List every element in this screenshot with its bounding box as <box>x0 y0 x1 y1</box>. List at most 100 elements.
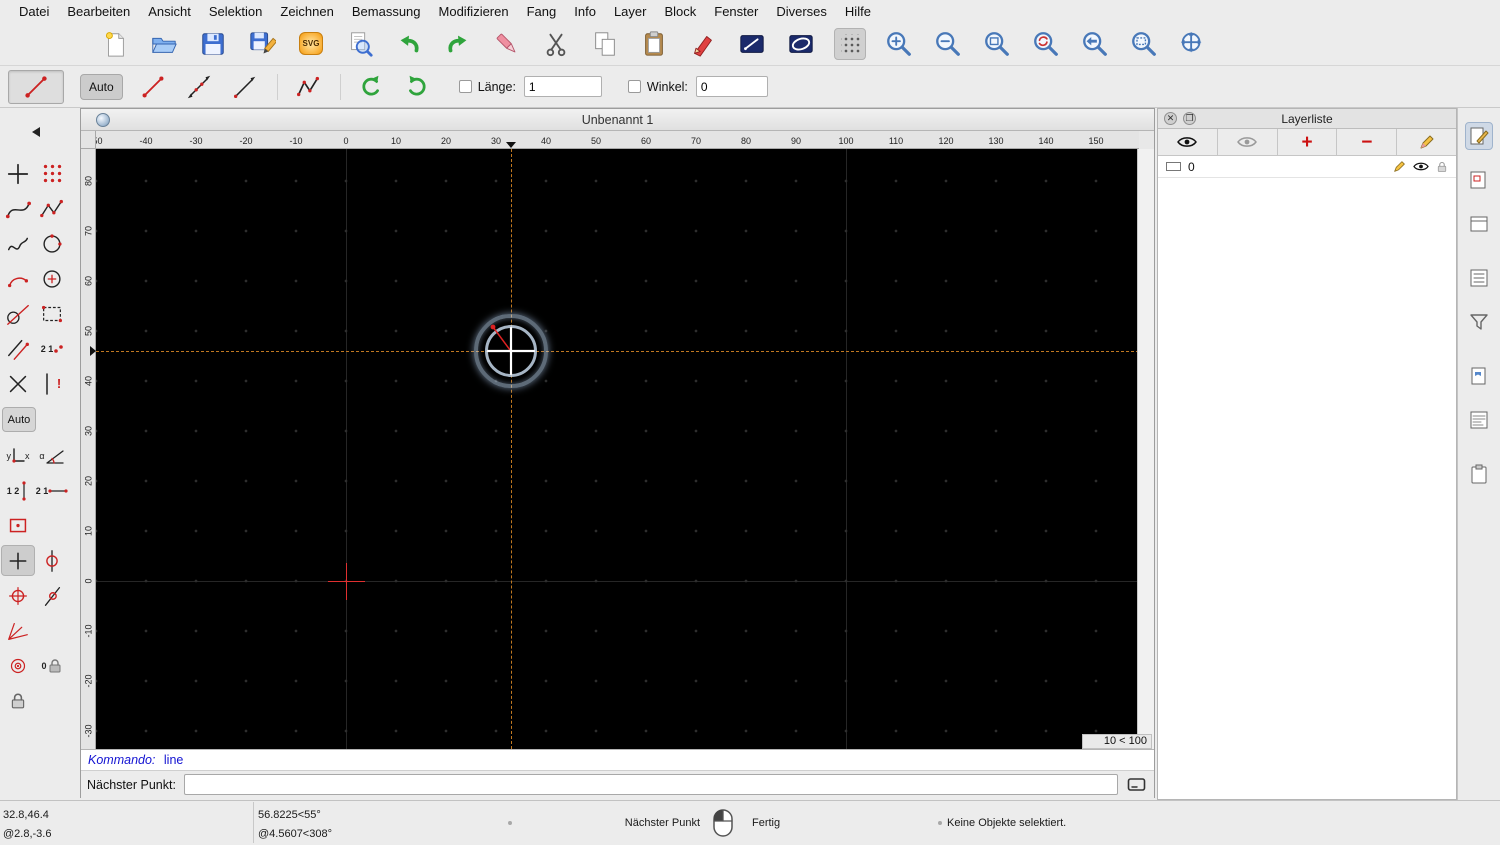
point-tool-button[interactable] <box>1 158 35 189</box>
dock-library-button[interactable] <box>1465 362 1493 390</box>
divide-tool-button[interactable]: ! <box>35 368 69 399</box>
undo-segment-button[interactable] <box>355 72 387 102</box>
arc-tool-button[interactable] <box>1 263 35 294</box>
menu-item[interactable]: Diverses <box>767 4 836 19</box>
cross-tool-button[interactable] <box>1 368 35 399</box>
dock-block-list-button[interactable] <box>1465 166 1493 194</box>
menu-item[interactable]: Modifizieren <box>430 4 518 19</box>
length-input[interactable] <box>523 76 602 97</box>
drawing-canvas[interactable] <box>96 149 1139 749</box>
draft-mode-button[interactable] <box>785 28 817 60</box>
layer-edit-button[interactable] <box>1393 160 1406 173</box>
paste-button[interactable] <box>638 28 670 60</box>
zoom-redraw-button[interactable] <box>1030 28 1062 60</box>
menu-item[interactable]: Block <box>655 4 705 19</box>
ortho-xy-tool-button[interactable]: y x <box>1 440 35 471</box>
snap-entity-button[interactable] <box>35 580 69 611</box>
menu-item[interactable]: Datei <box>10 4 58 19</box>
snap-free-button[interactable] <box>1 545 35 576</box>
pen-button[interactable] <box>687 28 719 60</box>
menu-item[interactable]: Bemassung <box>343 4 430 19</box>
region-tool-button[interactable] <box>1 510 35 541</box>
back-button[interactable] <box>3 120 69 144</box>
dim-vertical-tool-button[interactable]: 1 2 <box>1 475 35 506</box>
snap-angle-button[interactable] <box>1 615 35 646</box>
dock-clipboard-button[interactable] <box>1465 460 1493 488</box>
set-relative-zero-button[interactable] <box>1 685 35 716</box>
dim-horizontal-tool-button[interactable]: 2 1 <box>35 475 69 506</box>
dock-window-button[interactable] <box>1465 210 1493 238</box>
zoom-in-button[interactable] <box>883 28 915 60</box>
line-two-points-button[interactable] <box>137 72 169 102</box>
zoom-window-button[interactable] <box>1128 28 1160 60</box>
grid-toggle-button[interactable] <box>834 27 866 60</box>
angle-input[interactable] <box>695 76 768 97</box>
order-tool-button[interactable]: 2 1 <box>35 333 69 364</box>
zoom-out-button[interactable] <box>932 28 964 60</box>
menu-item[interactable]: Layer <box>605 4 656 19</box>
menu-item[interactable]: Info <box>565 4 605 19</box>
print-preview-button[interactable] <box>344 28 376 60</box>
lock-relative-zero-button[interactable]: 0 <box>35 650 69 681</box>
redo-segment-button[interactable] <box>401 72 433 102</box>
menu-item[interactable]: Fang <box>518 4 566 19</box>
polyline-tool-button[interactable] <box>35 193 69 224</box>
command-options-button[interactable] <box>1126 776 1148 794</box>
command-input[interactable] <box>183 774 1118 795</box>
svg-export-button[interactable]: SVG <box>295 28 327 60</box>
show-all-layers-button[interactable] <box>1158 129 1218 155</box>
angle-checkbox[interactable] <box>627 80 641 93</box>
menu-item[interactable]: Hilfe <box>836 4 880 19</box>
add-layer-button[interactable]: + <box>1278 129 1338 155</box>
delete-button[interactable] <box>491 28 523 60</box>
parallel-tool-button[interactable] <box>1 333 35 364</box>
save-as-button[interactable] <box>246 28 278 60</box>
circle-center-tool-button[interactable] <box>35 263 69 294</box>
dock-entity-list-button[interactable] <box>1465 264 1493 292</box>
menu-item[interactable]: Fenster <box>705 4 767 19</box>
layer-row[interactable]: 0 <box>1158 156 1456 178</box>
freehand-tool-button[interactable] <box>1 228 35 259</box>
vertical-scrollbar[interactable] <box>1137 149 1154 749</box>
snap-auto-dropdown[interactable]: Auto <box>80 73 123 100</box>
length-checkbox[interactable] <box>458 80 472 93</box>
snap-center-button[interactable] <box>1 650 35 681</box>
copy-button[interactable] <box>589 28 621 60</box>
attributes-button[interactable] <box>736 28 768 60</box>
tangent-tool-button[interactable] <box>1 298 35 329</box>
open-file-button[interactable] <box>148 28 180 60</box>
line-angle-button[interactable] <box>183 72 215 102</box>
dock-layer-list-button[interactable] <box>1465 122 1493 150</box>
menu-item[interactable]: Selektion <box>200 4 271 19</box>
window-titlebar[interactable]: Unbenannt 1 <box>81 109 1154 131</box>
point-grid-tool-button[interactable] <box>35 158 69 189</box>
undo-button[interactable] <box>393 28 425 60</box>
zoom-previous-button[interactable] <box>1079 28 1111 60</box>
menu-item[interactable]: Ansicht <box>139 4 200 19</box>
snap-grid-button[interactable] <box>35 545 69 576</box>
dock-filter-button[interactable] <box>1465 308 1493 336</box>
line-ray-button[interactable] <box>229 72 261 102</box>
spline-tool-button[interactable] <box>1 193 35 224</box>
sidebar-auto-button[interactable]: Auto <box>2 407 36 432</box>
remove-layer-button[interactable]: − <box>1337 129 1398 155</box>
zoom-auto-button[interactable] <box>981 28 1013 60</box>
angle-tool-button[interactable]: α <box>35 440 69 471</box>
cut-button[interactable] <box>540 28 572 60</box>
new-file-button[interactable] <box>99 28 131 60</box>
redo-button[interactable] <box>442 28 474 60</box>
zoom-pan-button[interactable] <box>1177 28 1209 60</box>
circle-tool-button[interactable] <box>35 228 69 259</box>
polyline-option-button[interactable] <box>292 72 324 102</box>
menu-item[interactable]: Bearbeiten <box>58 4 139 19</box>
snap-endpoint-button[interactable] <box>1 580 35 611</box>
menu-item[interactable]: Zeichnen <box>271 4 342 19</box>
dock-command-button[interactable] <box>1465 406 1493 434</box>
layer-lock-button[interactable] <box>1436 161 1448 173</box>
edit-layer-button[interactable] <box>1397 129 1456 155</box>
layer-construction-toggle[interactable] <box>1166 162 1181 171</box>
save-button[interactable] <box>197 28 229 60</box>
hide-all-layers-button[interactable] <box>1218 129 1278 155</box>
rect-select-tool-button[interactable] <box>35 298 69 329</box>
layer-visibility-button[interactable] <box>1413 161 1429 172</box>
